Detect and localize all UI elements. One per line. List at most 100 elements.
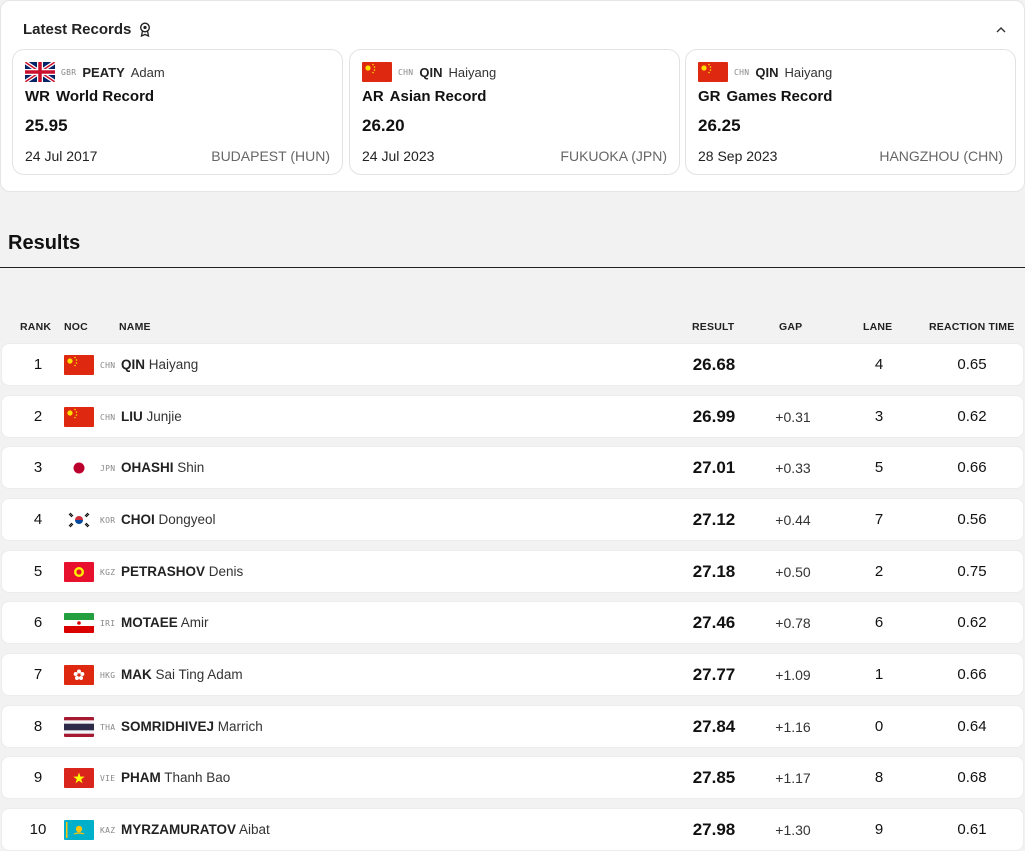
record-type: GR Games Record	[698, 88, 833, 105]
lane-cell: 5	[874, 459, 884, 476]
reaction-time-cell: 0.75	[957, 563, 987, 580]
athlete-name[interactable]: SOMRIDHIVEJ Marrich	[121, 719, 263, 734]
gap-cell: +0.50	[775, 564, 811, 580]
record-date: 24 Jul 2023	[362, 148, 435, 164]
table-row[interactable]: 7 HKG MAK Sai Ting Adam 27.77 +1.09 1 0.…	[1, 653, 1024, 696]
noc-code: JPN	[100, 464, 116, 473]
record-type: AR Asian Record	[362, 88, 487, 105]
record-venue: BUDAPEST (HUN)	[211, 148, 330, 164]
gap-cell: +0.31	[775, 409, 811, 425]
noc-code: KGZ	[100, 568, 116, 577]
athlete-name[interactable]: MAK Sai Ting Adam	[121, 667, 243, 682]
record-time: 26.25	[698, 116, 741, 135]
athlete-name[interactable]: MYRZAMURATOV Aibat	[121, 822, 270, 837]
kgz-flag-icon	[64, 562, 94, 582]
record-time: 26.20	[362, 116, 405, 135]
table-row[interactable]: 3 JPN OHASHI Shin 27.01 +0.33 5 0.66	[1, 446, 1024, 489]
record-athlete: CHN QIN Haiyang	[362, 62, 496, 82]
table-row[interactable]: 4 KOR CHOI Dongyeol 27.12 +0.44 7 0.56	[1, 498, 1024, 541]
record-date: 24 Jul 2017	[25, 148, 98, 164]
vie-flag-icon	[64, 768, 94, 788]
results-title: Results	[8, 232, 81, 254]
record-athlete: GBR PEATY Adam	[25, 62, 165, 82]
iri-flag-icon	[64, 613, 94, 633]
lane-cell: 4	[874, 356, 884, 373]
record-date: 28 Sep 2023	[698, 148, 778, 164]
athlete-name[interactable]: MOTAEE Amir	[121, 615, 209, 630]
latest-records-panel: Latest Records GBR PEATY Adam WR World Re…	[0, 0, 1025, 192]
noc-code: IRI	[100, 619, 116, 628]
reaction-time-cell: 0.64	[957, 718, 987, 735]
noc-code: CHN	[100, 361, 116, 370]
athlete-name[interactable]: OHASHI Shin	[121, 460, 204, 475]
noc-code: KOR	[100, 516, 116, 525]
table-row[interactable]: 9 VIE PHAM Thanh Bao 27.85 +1.17 8 0.68	[1, 756, 1024, 799]
reaction-time-cell: 0.56	[957, 511, 987, 528]
header-reaction-time: REACTION TIME	[929, 321, 1015, 333]
kor-flag-icon	[64, 510, 94, 530]
record-venue: HANGZHOU (CHN)	[879, 148, 1003, 164]
medal-icon	[139, 22, 151, 38]
reaction-time-cell: 0.66	[957, 459, 987, 476]
chn-flag-icon	[64, 407, 94, 427]
chn-flag-icon	[64, 355, 94, 375]
gap-cell: +1.16	[775, 719, 811, 735]
result-cell: 26.68	[692, 355, 736, 374]
header-rank: RANK	[20, 321, 52, 333]
athlete-name[interactable]: CHOI Dongyeol	[121, 512, 216, 527]
noc-code: KAZ	[100, 826, 116, 835]
record-card-asian[interactable]: CHN QIN Haiyang AR Asian Record 26.20 24 …	[349, 49, 680, 175]
reaction-time-cell: 0.61	[957, 821, 987, 838]
athlete-name[interactable]: PETRASHOV Denis	[121, 564, 243, 579]
table-row[interactable]: 1 CHN QIN Haiyang 26.68 4 0.65	[1, 343, 1024, 386]
chn-flag-icon	[362, 62, 392, 82]
reaction-time-cell: 0.62	[957, 408, 987, 425]
record-athlete: CHN QIN Haiyang	[698, 62, 832, 82]
gap-cell: +1.30	[775, 822, 811, 838]
noc-code: VIE	[100, 774, 116, 783]
athlete-name[interactable]: LIU Junjie	[121, 409, 182, 424]
record-card-games[interactable]: CHN QIN Haiyang GR Games Record 26.25 28 …	[685, 49, 1016, 175]
noc-code: CHN	[100, 413, 116, 422]
gap-cell: +0.78	[775, 615, 811, 631]
gbr-flag-icon	[25, 62, 55, 82]
record-time: 25.95	[25, 116, 68, 135]
gap-cell: +1.17	[775, 770, 811, 786]
lane-cell: 8	[874, 769, 884, 786]
header-lane: LANE	[863, 321, 893, 333]
noc-code: HKG	[100, 671, 116, 680]
header-result: RESULT	[692, 321, 735, 333]
gap-cell: +0.44	[775, 512, 811, 528]
lane-cell: 1	[874, 666, 884, 683]
lane-cell: 2	[874, 563, 884, 580]
athlete-name[interactable]: QIN Haiyang	[121, 357, 198, 372]
table-row[interactable]: 6 IRI MOTAEE Amir 27.46 +0.78 6 0.62	[1, 601, 1024, 644]
kaz-flag-icon	[64, 820, 94, 840]
table-row[interactable]: 2 CHN LIU Junjie 26.99 +0.31 3 0.62	[1, 395, 1024, 438]
lane-cell: 3	[874, 408, 884, 425]
chevron-up-icon[interactable]	[996, 21, 1006, 36]
gap-cell: +0.33	[775, 460, 811, 476]
table-row[interactable]: 8 THA SOMRIDHIVEJ Marrich 27.84 +1.16 0 …	[1, 705, 1024, 748]
reaction-time-cell: 0.65	[957, 356, 987, 373]
table-row[interactable]: 5 KGZ PETRASHOV Denis 27.18 +0.50 2 0.75	[1, 550, 1024, 593]
lane-cell: 9	[874, 821, 884, 838]
latest-records-title: Latest Records	[23, 21, 151, 38]
record-venue: FUKUOKA (JPN)	[560, 148, 667, 164]
hkg-flag-icon	[64, 665, 94, 685]
reaction-time-cell: 0.68	[957, 769, 987, 786]
results-divider	[0, 267, 1025, 268]
gap-cell: +1.09	[775, 667, 811, 683]
header-gap: GAP	[779, 321, 803, 333]
lane-cell: 0	[874, 718, 884, 735]
chn-flag-icon	[698, 62, 728, 82]
reaction-time-cell: 0.62	[957, 614, 987, 631]
jpn-flag-icon	[64, 458, 94, 478]
tha-flag-icon	[64, 717, 94, 737]
athlete-name[interactable]: PHAM Thanh Bao	[121, 770, 230, 785]
header-noc: NOC	[64, 321, 88, 333]
header-name: NAME	[119, 321, 151, 333]
lane-cell: 7	[874, 511, 884, 528]
record-card-world[interactable]: GBR PEATY Adam WR World Record 25.95 24 J…	[12, 49, 343, 175]
table-row[interactable]: 10 KAZ MYRZAMURATOV Aibat 27.98 +1.30 9 …	[1, 808, 1024, 851]
